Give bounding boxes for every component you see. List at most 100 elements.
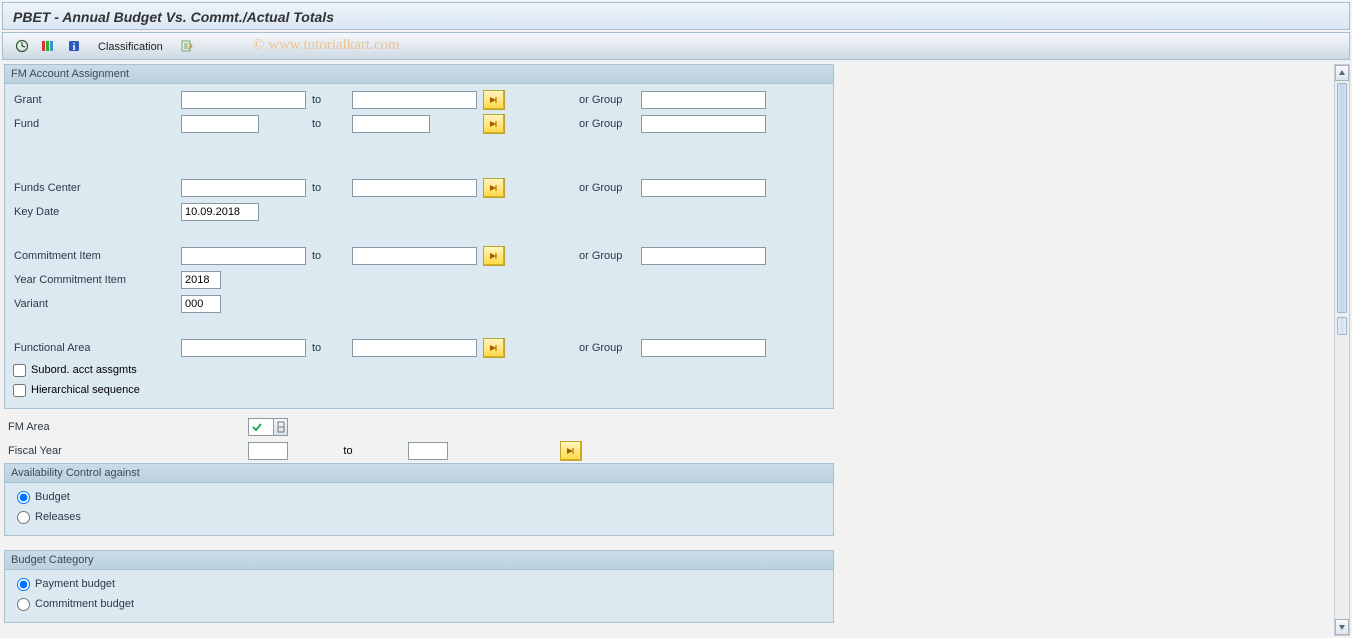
classification-button[interactable]: Classification (89, 36, 172, 56)
orgroup-label: or Group (577, 94, 641, 106)
grant-group-input[interactable] (641, 91, 766, 109)
scroll-up-button[interactable] (1335, 65, 1349, 81)
svg-text:i: i (73, 42, 76, 53)
options-icon[interactable] (176, 36, 198, 56)
avc-group-title: Availability Control against (5, 464, 833, 483)
releases-radio[interactable] (17, 511, 30, 524)
fm-area-input[interactable] (248, 418, 274, 436)
grant-to-input[interactable] (352, 91, 477, 109)
to-label: to (306, 94, 352, 106)
variant-icon[interactable] (37, 36, 59, 56)
arrow-right-icon (565, 446, 577, 456)
scroll-thumb[interactable] (1337, 83, 1347, 313)
commitment-item-group-input[interactable] (641, 247, 766, 265)
to-label: to (306, 342, 352, 354)
key-date-input[interactable] (181, 203, 259, 221)
scroll-thumb-indicator[interactable] (1337, 317, 1347, 335)
year-commitment-item-input[interactable] (181, 271, 221, 289)
fiscal-year-from-input[interactable] (248, 442, 288, 460)
arrow-right-icon (488, 251, 500, 261)
commitment-item-multi-select-button[interactable] (483, 246, 505, 266)
key-date-row: Key Date (13, 200, 825, 224)
funds-center-row: Funds Center to or Group (13, 176, 825, 200)
grant-from-input[interactable] (181, 91, 306, 109)
to-label: to (306, 118, 352, 130)
fm-account-assignment-group: FM Account Assignment Grant to or Group … (4, 64, 834, 409)
content-area: FM Account Assignment Grant to or Group … (4, 64, 1334, 638)
funds-center-from-input[interactable] (181, 179, 306, 197)
fm-group-title: FM Account Assignment (5, 65, 833, 84)
commitment-item-label: Commitment Item (13, 250, 181, 262)
key-date-label: Key Date (13, 206, 181, 218)
fiscal-year-label: Fiscal Year (8, 445, 248, 457)
scroll-down-button[interactable] (1335, 619, 1349, 635)
orgroup-label: or Group (577, 342, 641, 354)
fm-area-label: FM Area (8, 421, 248, 433)
check-icon (251, 421, 263, 433)
fund-to-input[interactable] (352, 115, 430, 133)
grant-row: Grant to or Group (13, 88, 825, 112)
variant-input[interactable] (181, 295, 221, 313)
vertical-scrollbar[interactable] (1334, 64, 1350, 636)
budget-category-group: Budget Category Payment budget Commitmen… (4, 550, 834, 623)
hier-label: Hierarchical sequence (31, 384, 140, 396)
chevron-down-icon (1338, 623, 1346, 631)
execute-icon[interactable] (11, 36, 33, 56)
fiscal-year-row: Fiscal Year to (4, 439, 834, 463)
year-commitment-item-label: Year Commitment Item (13, 274, 181, 286)
info-icon[interactable]: i (63, 36, 85, 56)
commitment-budget-radio[interactable] (17, 598, 30, 611)
fund-label: Fund (13, 118, 181, 130)
fund-from-input[interactable] (181, 115, 259, 133)
commitment-item-from-input[interactable] (181, 247, 306, 265)
commitment-item-row: Commitment Item to or Group (13, 244, 825, 268)
budget-radio-label: Budget (35, 491, 70, 503)
budget-radio[interactable] (17, 491, 30, 504)
functional-area-label: Functional Area (13, 342, 181, 354)
to-label: to (306, 250, 352, 262)
functional-area-row: Functional Area to or Group (13, 336, 825, 360)
variant-row: Variant (13, 292, 825, 316)
hier-checkbox-row: Hierarchical sequence (13, 380, 825, 400)
hier-checkbox[interactable] (13, 384, 26, 397)
to-label: to (288, 445, 408, 457)
funds-center-group-input[interactable] (641, 179, 766, 197)
classification-button-label: Classification (98, 41, 163, 53)
fm-area-f4-button[interactable] (274, 418, 288, 436)
orgroup-label: or Group (577, 118, 641, 130)
payment-budget-radio-label: Payment budget (35, 578, 115, 590)
functional-area-multi-select-button[interactable] (483, 338, 505, 358)
commitment-item-to-input[interactable] (352, 247, 477, 265)
watermark-text: © www.tutorialkart.com (253, 37, 400, 54)
fiscal-year-multi-select-button[interactable] (560, 441, 582, 461)
commitment-budget-radio-row: Commitment budget (13, 594, 825, 614)
functional-area-group-input[interactable] (641, 339, 766, 357)
page-title: PBET - Annual Budget Vs. Commt./Actual T… (2, 2, 1350, 30)
to-label: to (306, 182, 352, 194)
functional-area-from-input[interactable] (181, 339, 306, 357)
application-toolbar: i Classification © www.tutorialkart.com (2, 32, 1350, 60)
fund-multi-select-button[interactable] (483, 114, 505, 134)
payment-budget-radio[interactable] (17, 578, 30, 591)
arrow-right-icon (488, 119, 500, 129)
availability-control-group: Availability Control against Budget Rele… (4, 463, 834, 536)
bcat-group-title: Budget Category (5, 551, 833, 570)
grant-multi-select-button[interactable] (483, 90, 505, 110)
functional-area-to-input[interactable] (352, 339, 477, 357)
fm-area-row: FM Area (4, 415, 834, 439)
arrow-right-icon (488, 95, 500, 105)
fiscal-year-to-input[interactable] (408, 442, 448, 460)
releases-radio-row: Releases (13, 507, 825, 527)
grant-label: Grant (13, 94, 181, 106)
subord-checkbox[interactable] (13, 364, 26, 377)
funds-center-label: Funds Center (13, 182, 181, 194)
arrow-right-icon (488, 343, 500, 353)
orgroup-label: or Group (577, 182, 641, 194)
funds-center-multi-select-button[interactable] (483, 178, 505, 198)
arrow-right-icon (488, 183, 500, 193)
funds-center-to-input[interactable] (352, 179, 477, 197)
orgroup-label: or Group (577, 250, 641, 262)
page-title-text: PBET - Annual Budget Vs. Commt./Actual T… (13, 9, 334, 25)
commitment-budget-radio-label: Commitment budget (35, 598, 134, 610)
fund-group-input[interactable] (641, 115, 766, 133)
